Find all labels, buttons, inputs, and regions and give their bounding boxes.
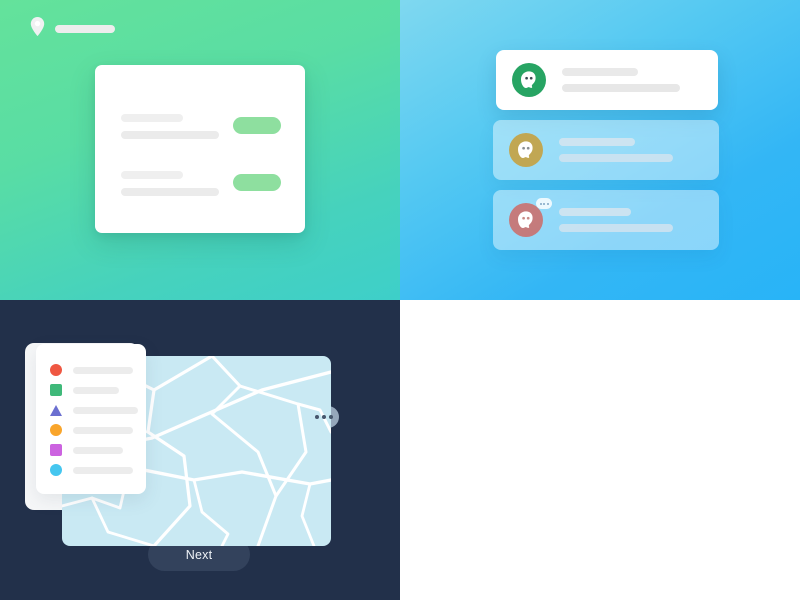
notification-card[interactable]: [493, 120, 719, 180]
legend-label-placeholder: [73, 426, 133, 434]
typing-dot: [539, 202, 542, 205]
location-pin-icon: [30, 17, 45, 41]
form-row: [95, 114, 305, 148]
typing-dot: [322, 415, 326, 419]
ghost-avatar-icon: [519, 70, 539, 90]
legend-marker-square-magenta-icon: [50, 444, 62, 456]
notification-text: [562, 68, 718, 92]
typing-dot: [329, 415, 333, 419]
avatar: [509, 133, 543, 167]
panel-map-legend: [400, 300, 800, 600]
legend-item[interactable]: [36, 400, 146, 420]
legend-item[interactable]: [36, 380, 146, 400]
legend-marker-square-green-icon: [50, 384, 62, 396]
legend-label-placeholder: [73, 406, 138, 414]
legend-marker-circle-cyan-icon: [50, 464, 62, 476]
design-showcase-grid: Next: [0, 0, 800, 600]
legend-marker-circle-orange-icon: [50, 424, 62, 436]
legend-label-placeholder: [73, 366, 133, 374]
ghost-avatar-icon: [516, 210, 536, 230]
legend-item[interactable]: [36, 420, 146, 440]
notification-subtitle-placeholder: [562, 84, 680, 92]
placeholder-label-line: [121, 171, 183, 179]
notification-title-placeholder: [559, 138, 635, 146]
form-action-button[interactable]: [233, 117, 281, 134]
placeholder-label-line: [121, 114, 183, 122]
map-title-placeholder: [55, 25, 115, 33]
map-header: [30, 17, 115, 41]
placeholder-value-line: [121, 131, 219, 139]
panel-notification-list: [400, 0, 800, 300]
form-card: [95, 65, 305, 233]
legend-label-placeholder: [73, 466, 133, 474]
map-legend-panel: [36, 344, 146, 494]
avatar: [509, 198, 552, 237]
legend-marker-triangle-purple-icon: [50, 404, 62, 416]
form-row: [95, 171, 305, 205]
notification-title-placeholder: [559, 208, 631, 216]
typing-dot: [315, 415, 319, 419]
legend-marker-circle-red-icon: [50, 364, 62, 376]
notification-card[interactable]: [493, 190, 719, 250]
panel-form-card: [0, 0, 400, 300]
typing-dot: [546, 202, 549, 205]
notification-text: [559, 138, 719, 162]
notification-card[interactable]: [496, 50, 718, 110]
legend-item[interactable]: [36, 440, 146, 460]
notification-subtitle-placeholder: [559, 154, 673, 162]
ghost-avatar-icon: [516, 140, 536, 160]
typing-dot: [543, 202, 545, 205]
placeholder-value-line: [121, 188, 219, 196]
form-action-button[interactable]: [233, 174, 281, 191]
legend-item[interactable]: [36, 360, 146, 380]
legend-label-placeholder: [73, 386, 119, 394]
typing-indicator-icon: [536, 198, 552, 209]
legend-label-placeholder: [73, 446, 123, 454]
avatar: [512, 63, 546, 97]
notification-subtitle-placeholder: [559, 224, 673, 232]
notification-title-placeholder: [562, 68, 638, 76]
notification-text: [559, 208, 719, 232]
legend-item[interactable]: [36, 460, 146, 480]
